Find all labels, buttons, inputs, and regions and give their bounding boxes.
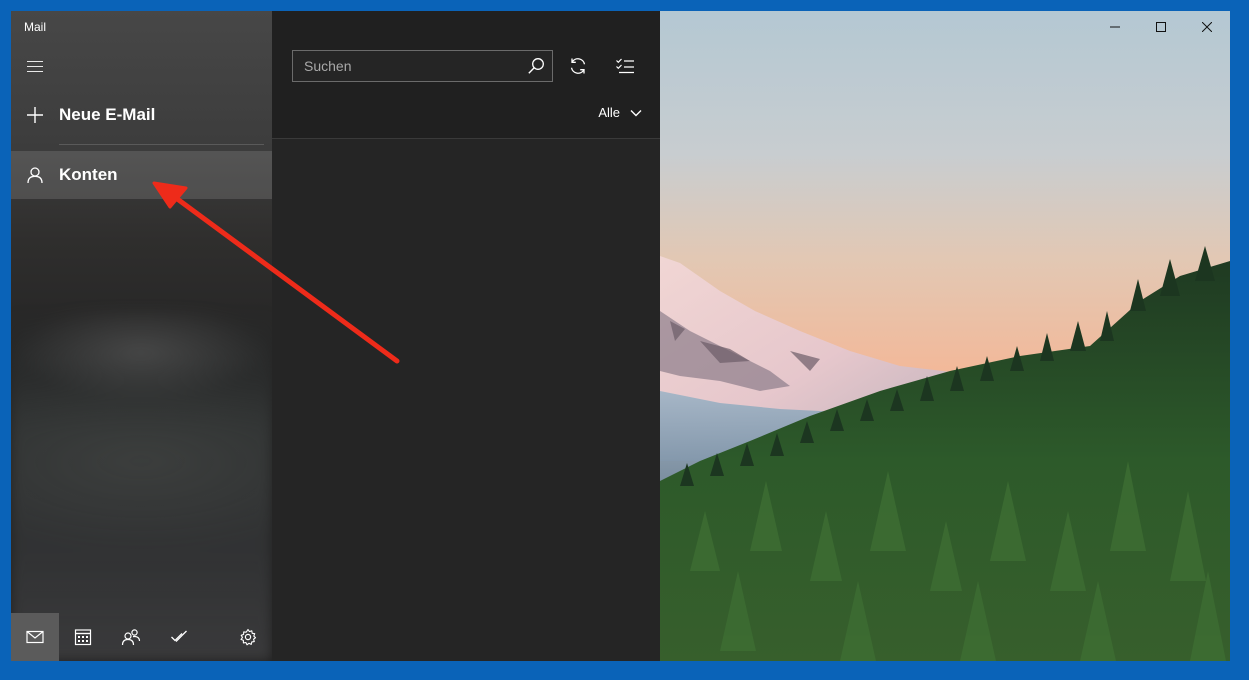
settings-button[interactable] <box>224 613 272 661</box>
mail-switch-button[interactable] <box>11 613 59 661</box>
search-box <box>292 50 553 82</box>
close-button[interactable] <box>1184 11 1230 43</box>
person-icon <box>11 151 59 199</box>
minimize-icon <box>1110 26 1120 28</box>
mail-window: Mail Neue E-Mail Konten Suchen Alle <box>11 11 1230 661</box>
landscape-background-image <box>660 11 1230 661</box>
mail-icon <box>26 630 44 644</box>
sync-button[interactable] <box>562 50 594 82</box>
calendar-switch-button[interactable] <box>59 613 107 661</box>
chevron-down-icon <box>630 109 642 116</box>
app-title: Mail <box>24 20 47 34</box>
calendar-icon <box>74 629 92 646</box>
message-list <box>272 139 660 661</box>
nav-divider <box>59 144 264 145</box>
reading-pane <box>660 11 1230 661</box>
checklist-icon <box>616 58 634 74</box>
accounts-label: Konten <box>59 165 118 184</box>
new-mail-label: Neue E-Mail <box>59 105 156 124</box>
filter-label: Alle <box>598 105 620 120</box>
bottom-switcher-bar <box>11 613 272 661</box>
sync-icon <box>570 58 586 74</box>
bottom-bar-spacer <box>203 613 224 661</box>
todo-icon <box>171 630 187 642</box>
new-mail-button[interactable]: Neue E-Mail <box>11 91 272 139</box>
filter-dropdown[interactable]: Alle <box>598 105 642 120</box>
blurred-background <box>11 311 272 661</box>
maximize-button[interactable] <box>1138 11 1184 43</box>
people-switch-button[interactable] <box>107 613 155 661</box>
search-input[interactable] <box>293 51 513 81</box>
search-button[interactable] <box>520 51 552 81</box>
settings-icon <box>240 628 257 646</box>
minimize-button[interactable] <box>1092 11 1138 43</box>
close-icon <box>1202 22 1212 32</box>
todo-switch-button[interactable] <box>155 613 203 661</box>
people-icon <box>121 629 141 646</box>
hamburger-menu-button[interactable] <box>25 57 45 77</box>
navigation-pane: Mail Neue E-Mail Konten <box>11 11 272 661</box>
message-list-header: Alle <box>272 11 660 139</box>
message-list-pane: Alle <box>272 11 660 661</box>
selection-mode-button[interactable] <box>609 50 641 82</box>
search-icon <box>528 58 544 74</box>
plus-icon <box>11 91 59 139</box>
maximize-icon <box>1156 22 1166 32</box>
accounts-button[interactable]: Konten <box>11 151 272 199</box>
